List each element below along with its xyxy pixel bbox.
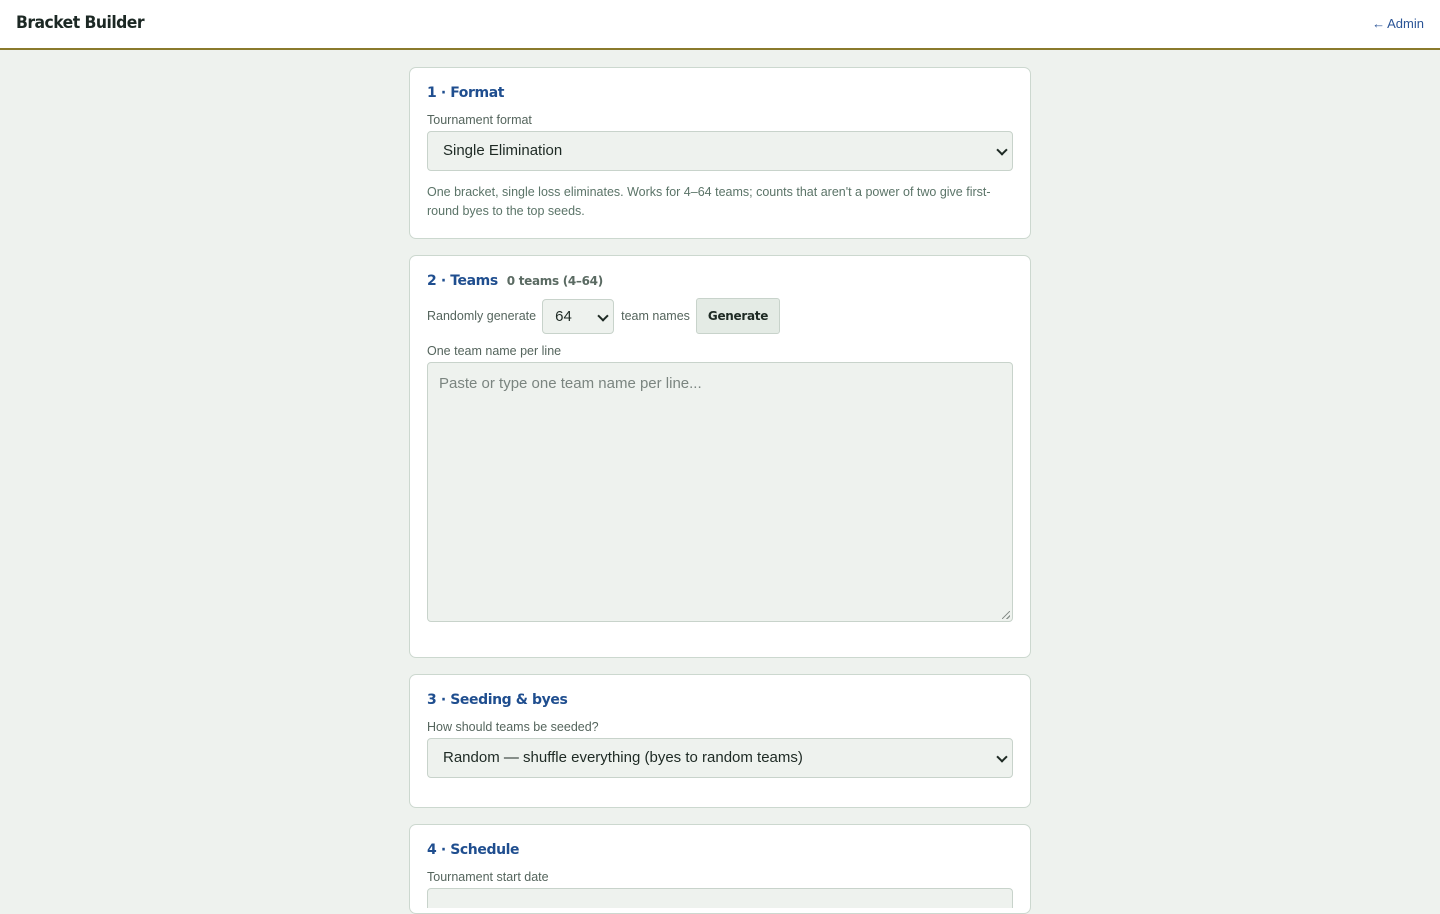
seeding-card-title: 3 · Seeding & byes bbox=[427, 692, 1013, 712]
chevron-down-icon bbox=[597, 309, 609, 322]
schedule-card-title: 4 · Schedule bbox=[427, 842, 1013, 862]
app-title: Bracket Builder bbox=[16, 13, 145, 33]
teams-card: 2 · Teams 0 teams (4–64) Randomly genera… bbox=[409, 255, 1031, 658]
team-names-textarea[interactable]: Paste or type one team name per line... bbox=[427, 362, 1013, 622]
seeding-select[interactable]: Random — shuffle everything (byes to ran… bbox=[427, 738, 1013, 778]
team-list-label: One team name per line bbox=[427, 344, 562, 358]
start-date-input[interactable] bbox=[427, 888, 1013, 908]
seeding-select-value: Random — shuffle everything (byes to ran… bbox=[443, 749, 803, 766]
teams-title-text: 2 · Teams bbox=[427, 273, 498, 289]
admin-link[interactable]: ← Admin bbox=[1372, 16, 1424, 31]
schedule-title-text: 4 · Schedule bbox=[427, 842, 520, 858]
random-generate-row: Randomly generate 64 team names Generate bbox=[427, 298, 1013, 334]
format-label: Tournament format bbox=[427, 113, 532, 127]
format-title-text: 1 · Format bbox=[427, 85, 505, 101]
format-card-title: 1 · Format bbox=[427, 85, 1013, 105]
format-select-value: Single Elimination bbox=[443, 142, 563, 159]
format-select[interactable]: Single Elimination bbox=[427, 131, 1013, 171]
team-count-badge: 0 teams (4–64) bbox=[506, 274, 603, 288]
chevron-down-icon bbox=[996, 144, 1008, 156]
admin-link-label: Admin bbox=[1387, 16, 1424, 31]
back-arrow-icon: ← bbox=[1372, 16, 1386, 31]
schedule-card: 4 · Schedule Tournament start date bbox=[409, 824, 1031, 914]
random-count-value: 64 bbox=[555, 307, 572, 325]
random-generate-suffix: team names bbox=[621, 309, 690, 323]
teams-card-title: 2 · Teams 0 teams (4–64) bbox=[427, 273, 1013, 293]
random-count-select[interactable]: 64 bbox=[542, 298, 615, 334]
start-date-label: Tournament start date bbox=[427, 870, 549, 884]
chevron-down-icon bbox=[996, 751, 1008, 763]
generate-button[interactable]: Generate bbox=[695, 298, 781, 334]
format-card: 1 · Format Tournament format Single Elim… bbox=[409, 67, 1031, 239]
top-bar: Bracket Builder ← Admin bbox=[0, 0, 1440, 50]
random-generate-label: Randomly generate bbox=[427, 309, 537, 323]
team-names-placeholder: Paste or type one team name per line... bbox=[439, 375, 702, 392]
seeding-label: How should teams be seeded? bbox=[427, 720, 599, 734]
seeding-card: 3 · Seeding & byes How should teams be s… bbox=[409, 674, 1031, 808]
format-help-text: One bracket, single loss eliminates. Wor… bbox=[427, 185, 991, 218]
resize-handle-icon[interactable] bbox=[1002, 611, 1010, 619]
seeding-title-text: 3 · Seeding & byes bbox=[427, 692, 568, 708]
